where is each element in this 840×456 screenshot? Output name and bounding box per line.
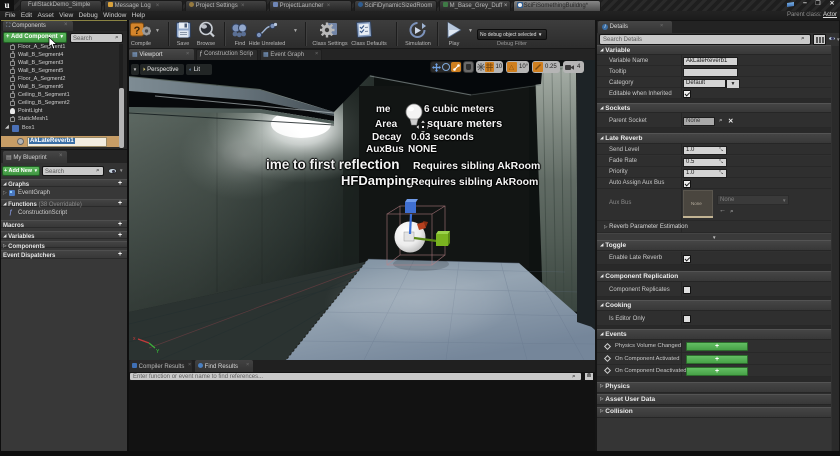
svg-text:?: ?	[134, 25, 141, 37]
